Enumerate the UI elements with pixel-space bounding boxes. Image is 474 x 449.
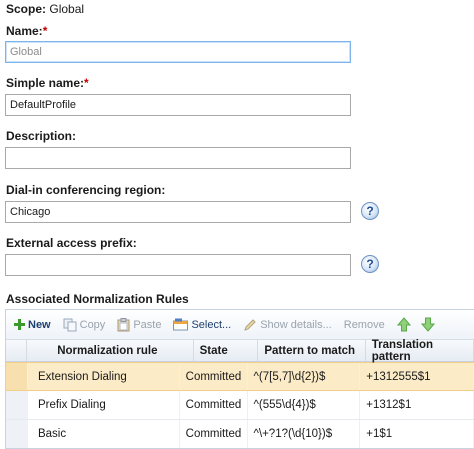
arrow-up-icon bbox=[396, 317, 411, 332]
move-down-button[interactable] bbox=[420, 317, 435, 332]
external-prefix-field[interactable] bbox=[5, 254, 351, 276]
column-header-state[interactable]: State bbox=[194, 340, 259, 361]
name-required-marker: * bbox=[42, 24, 48, 38]
new-button[interactable]: New bbox=[14, 319, 51, 331]
remove-button[interactable]: Remove bbox=[344, 319, 385, 331]
pencil-icon bbox=[244, 318, 256, 331]
state-cell: Committed bbox=[180, 420, 248, 448]
normalization-rules-grid: New Copy Paste Select... Show details...… bbox=[5, 309, 474, 449]
plus-icon bbox=[14, 319, 25, 330]
new-button-label: New bbox=[28, 318, 51, 331]
remove-button-label: Remove bbox=[343, 318, 385, 331]
pattern-cell: ^(7[5,7]\d{2})$ bbox=[248, 363, 361, 390]
external-prefix-help-icon[interactable]: ? bbox=[361, 255, 379, 273]
table-row[interactable]: Prefix Dialing Committed ^(555\d{4})$ +1… bbox=[6, 391, 474, 420]
rule-cell: Prefix Dialing bbox=[28, 391, 180, 419]
column-header-pattern[interactable]: Pattern to match bbox=[258, 340, 366, 361]
simple-name-label: Simple name:* bbox=[6, 76, 89, 90]
paste-button-label: Paste bbox=[133, 318, 162, 331]
dialin-region-label: Dial-in conferencing region: bbox=[6, 183, 166, 197]
paste-icon bbox=[117, 317, 130, 331]
select-button-label: Select... bbox=[191, 318, 232, 331]
dialin-region-field[interactable] bbox=[5, 201, 351, 223]
state-cell: Committed bbox=[180, 363, 248, 390]
paste-button[interactable]: Paste bbox=[117, 317, 162, 332]
pattern-cell: ^(555\d{4})$ bbox=[248, 391, 361, 419]
row-selector[interactable] bbox=[6, 363, 28, 390]
translation-cell: +1312$1 bbox=[360, 391, 474, 419]
copy-button[interactable]: Copy bbox=[63, 318, 106, 332]
column-header-translation[interactable]: Translation pattern bbox=[366, 339, 474, 363]
table-row[interactable]: Basic Committed ^\+?1?(\d{10})$ +1$1 bbox=[6, 420, 474, 448]
select-icon bbox=[173, 318, 189, 331]
move-up-button[interactable] bbox=[396, 317, 411, 332]
rules-section-title: Associated Normalization Rules bbox=[6, 292, 189, 306]
row-selector[interactable] bbox=[6, 420, 28, 448]
rules-grid-header: Normalization rule State Pattern to matc… bbox=[6, 339, 474, 363]
name-field[interactable] bbox=[5, 41, 351, 63]
arrow-down-icon bbox=[420, 317, 435, 332]
description-field[interactable] bbox=[5, 147, 351, 169]
table-row[interactable]: Extension Dialing Committed ^(7[5,7]\d{2… bbox=[6, 362, 474, 391]
rule-cell: Extension Dialing bbox=[28, 363, 180, 390]
show-details-button-label: Show details... bbox=[260, 318, 332, 331]
rules-toolbar: New Copy Paste Select... Show details...… bbox=[6, 310, 474, 340]
dialin-region-help-icon[interactable]: ? bbox=[361, 202, 379, 220]
copy-button-label: Copy bbox=[79, 318, 106, 331]
translation-cell: +1312555$1 bbox=[360, 363, 474, 390]
scope-label: Scope: bbox=[6, 2, 47, 16]
simple-name-label-text: Simple name: bbox=[6, 76, 85, 90]
column-header-rule[interactable]: Normalization rule bbox=[27, 340, 194, 361]
rule-cell: Basic bbox=[28, 420, 180, 448]
scope-line: Scope: Global bbox=[6, 2, 84, 16]
select-button[interactable]: Select... bbox=[173, 318, 231, 331]
scope-value: Global bbox=[49, 2, 85, 16]
copy-icon bbox=[63, 318, 77, 331]
name-label: Name:* bbox=[6, 24, 47, 38]
external-prefix-label: External access prefix: bbox=[6, 236, 137, 250]
translation-cell: +1$1 bbox=[360, 420, 474, 448]
simple-name-field[interactable] bbox=[5, 94, 351, 116]
name-label-text: Name: bbox=[6, 24, 43, 38]
row-selector[interactable] bbox=[6, 391, 28, 419]
row-selector-header bbox=[6, 340, 28, 361]
description-label: Description: bbox=[6, 129, 77, 143]
simple-name-required-marker: * bbox=[84, 76, 89, 90]
state-cell: Committed bbox=[180, 391, 248, 419]
show-details-button[interactable]: Show details... bbox=[243, 318, 332, 332]
pattern-cell: ^\+?1?(\d{10})$ bbox=[248, 420, 361, 448]
